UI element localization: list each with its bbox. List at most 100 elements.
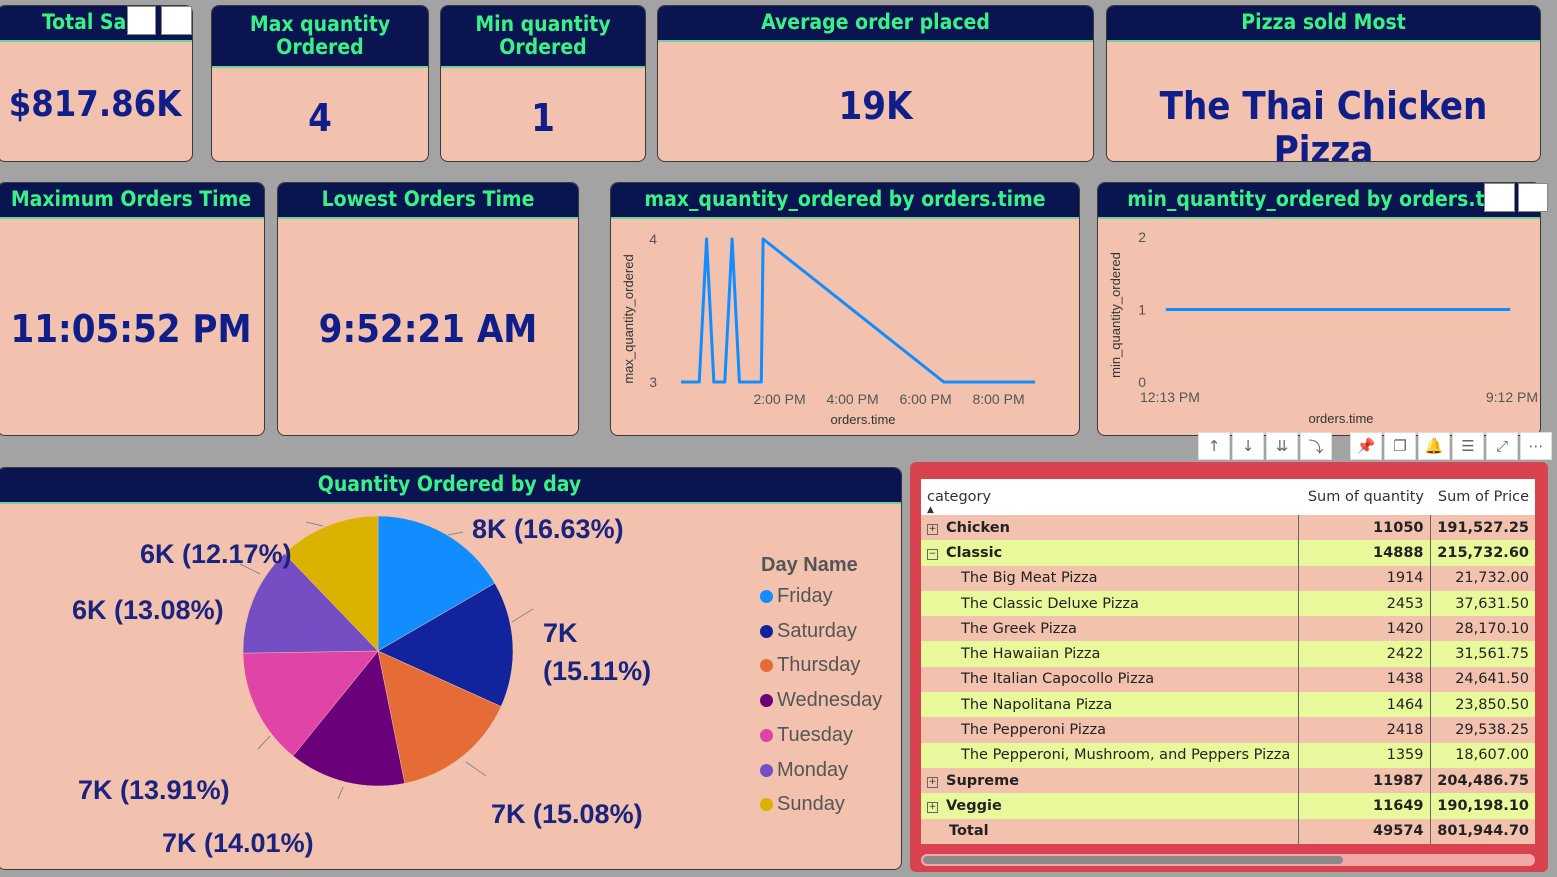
leader-line — [511, 608, 534, 623]
min-qty-line-chart-card[interactable]: min_quantity_ordered by orders.tim min_q… — [1097, 182, 1541, 436]
legend-item-thursday[interactable]: Thursday — [760, 654, 860, 677]
data-label: 6K (13.08%) — [72, 595, 224, 625]
price-cell: 801,944.70 — [1430, 818, 1535, 844]
quantity-cell: 2453 — [1298, 590, 1431, 617]
quantity-cell: 1464 — [1298, 692, 1431, 718]
data-label: (15.11%) — [543, 656, 651, 686]
legend-dot-icon — [760, 659, 773, 673]
pizza-most-title: Pizza sold Most — [1107, 6, 1540, 42]
legend-item-wednesday[interactable]: Wednesday — [760, 689, 882, 712]
table-row[interactable]: The Pepperoni, Mushroom, and Peppers Piz… — [921, 742, 1535, 768]
y-axis-title: min_quantity_ordered — [1108, 252, 1123, 378]
pizza-most-card[interactable]: Pizza sold Most The Thai Chicken Pizza — [1106, 5, 1541, 162]
matrix-body: + Chicken 11050 191,527.25− Classic 14888 215,… — [921, 515, 1535, 844]
low-orders-time-card[interactable]: Lowest Orders Time 9:52:21 AM — [277, 182, 579, 436]
leader-line — [465, 761, 487, 777]
min-qty-line-chart: min_quantity_ordered 0 1 2 12:13 PM 9:12 PM or… — [1108, 229, 1538, 426]
table-row[interactable]: The Napolitana Pizza 1464 23,850.50 — [921, 692, 1535, 718]
drill-up-icon[interactable]: ↑ — [1198, 432, 1230, 460]
table-row[interactable]: The Greek Pizza 1420 28,170.10 — [921, 616, 1535, 642]
max-qty-line-chart: max_quantity_ordered 3 4 2:00 PM 4:00 PM 6:00… — [621, 231, 1036, 427]
table-row[interactable]: + Chicken 11050 191,527.25 — [921, 515, 1535, 541]
legend-item-sunday[interactable]: Sunday — [760, 793, 845, 816]
pin-icon[interactable]: 📌 — [1350, 432, 1382, 460]
total-row[interactable]: Total 49574 801,944.70 — [921, 818, 1535, 844]
category-cell: Total — [921, 818, 1299, 844]
quantity-cell: 1359 — [1298, 742, 1431, 768]
data-label: 6K (12.17%) — [140, 539, 292, 569]
data-label: 7K — [543, 618, 578, 648]
max-quantity-card[interactable]: Max quantity Ordered 4 — [211, 5, 429, 162]
category-cell: The Classic Deluxe Pizza — [921, 590, 1299, 617]
drill-down-icon[interactable]: ↓ — [1232, 432, 1264, 460]
legend-item-friday[interactable]: Friday — [760, 585, 833, 608]
copy-icon[interactable]: ❐ — [1384, 432, 1416, 460]
legend-item-saturday[interactable]: Saturday — [760, 620, 857, 643]
collapse-icon[interactable]: − — [927, 548, 938, 560]
max-qty-chart-title: max_quantity_ordered by orders.time — [611, 183, 1079, 219]
horizontal-scrollbar[interactable] — [921, 854, 1535, 866]
category-cell: + Chicken — [921, 515, 1299, 541]
pie-chart-card[interactable]: Quantity Ordered by day 8K (16.63%) 7K (15… — [0, 467, 902, 870]
y-tick-label: 2 — [1138, 229, 1146, 245]
price-cell: 21,732.00 — [1430, 565, 1535, 591]
max-qty-line-chart-card[interactable]: max_quantity_ordered by orders.time max_… — [610, 182, 1080, 436]
expand-icon[interactable]: + — [927, 801, 938, 813]
leader-line — [305, 521, 324, 527]
category-label: The Italian Capocollo Pizza — [961, 671, 1155, 688]
max-quantity-title: Max quantity Ordered — [212, 6, 428, 68]
expand-level-icon[interactable]: ⤵ — [1300, 432, 1332, 460]
legend-dot-icon — [760, 624, 773, 638]
table-row[interactable]: The Pepperoni Pizza 2418 29,538.25 — [921, 717, 1535, 743]
avg-order-card[interactable]: Average order placed 19K — [657, 5, 1094, 162]
data-label: 8K (16.63%) — [472, 514, 624, 544]
matrix-table: category ▲ Sum of quantity Sum of Price +… — [921, 479, 1535, 844]
x-tick-label: 4:00 PM — [826, 391, 878, 407]
column-header-category[interactable]: category ▲ — [921, 479, 1298, 515]
min-quantity-value: 1 — [531, 96, 555, 140]
price-cell: 28,170.10 — [1430, 616, 1535, 642]
table-row[interactable]: The Italian Capocollo Pizza 1438 24,641.50 — [921, 666, 1535, 693]
matrix-visual[interactable]: category ▲ Sum of quantity Sum of Price +… — [910, 462, 1548, 872]
legend-label: Friday — [777, 585, 833, 607]
x-axis-title: orders.time — [1308, 411, 1373, 426]
x-tick-label: 6:00 PM — [899, 391, 951, 407]
legend-dot-icon — [760, 590, 773, 603]
pie-chart-title: Quantity Ordered by day — [0, 468, 901, 504]
category-cell: The Italian Capocollo Pizza — [921, 666, 1299, 693]
column-header-price[interactable]: Sum of Price — [1430, 479, 1535, 515]
legend-dot-icon — [760, 798, 773, 812]
table-row[interactable]: + Veggie 11649 190,198.10 — [921, 793, 1535, 819]
min-quantity-card[interactable]: Min quantity Ordered 1 — [440, 5, 646, 162]
header-label: category — [927, 489, 992, 505]
max-orders-time-title: Maximum Orders Time — [0, 183, 264, 219]
table-row[interactable]: The Hawaiian Pizza 2422 31,561.75 — [921, 641, 1535, 667]
more-options-icon[interactable]: ⋯ — [1520, 432, 1552, 460]
table-row[interactable]: − Classic 14888 215,732.60 — [921, 540, 1535, 566]
legend-title: Day Name — [761, 554, 858, 576]
expand-icon[interactable]: + — [927, 776, 938, 788]
filter-icon[interactable]: ☰ — [1452, 432, 1484, 460]
table-row[interactable]: The Big Meat Pizza 1914 21,732.00 — [921, 565, 1535, 591]
table-row[interactable]: + Supreme 11987 204,486.75 — [921, 767, 1535, 794]
quantity-cell: 14888 — [1298, 540, 1431, 566]
max-orders-time-card[interactable]: Maximum Orders Time 11:05:52 PM — [0, 182, 265, 436]
alert-icon[interactable]: 🔔 — [1418, 432, 1450, 460]
category-label: The Napolitana Pizza — [961, 696, 1113, 713]
scroll-thumb[interactable] — [923, 856, 1343, 864]
focus-mode-icon[interactable]: ⤢ — [1486, 432, 1518, 460]
quantity-cell: 2422 — [1298, 641, 1431, 667]
expand-all-icon[interactable]: ⇊ — [1266, 432, 1298, 460]
expand-icon[interactable]: + — [927, 523, 938, 535]
category-label: The Pepperoni, Mushroom, and Peppers Piz… — [961, 747, 1291, 764]
legend-item-monday[interactable]: Monday — [760, 759, 848, 782]
title-line: Ordered — [499, 35, 587, 59]
legend-item-tuesday[interactable]: Tuesday — [760, 724, 853, 747]
legend-label: Saturday — [777, 619, 858, 642]
overlay-square — [161, 6, 192, 35]
column-header-quantity[interactable]: Sum of quantity — [1298, 479, 1430, 515]
title-line: Ordered — [276, 35, 364, 59]
series-line[interactable] — [681, 237, 1036, 384]
y-tick-label: 3 — [649, 374, 657, 390]
table-row[interactable]: The Classic Deluxe Pizza 2453 37,631.50 — [921, 590, 1535, 617]
